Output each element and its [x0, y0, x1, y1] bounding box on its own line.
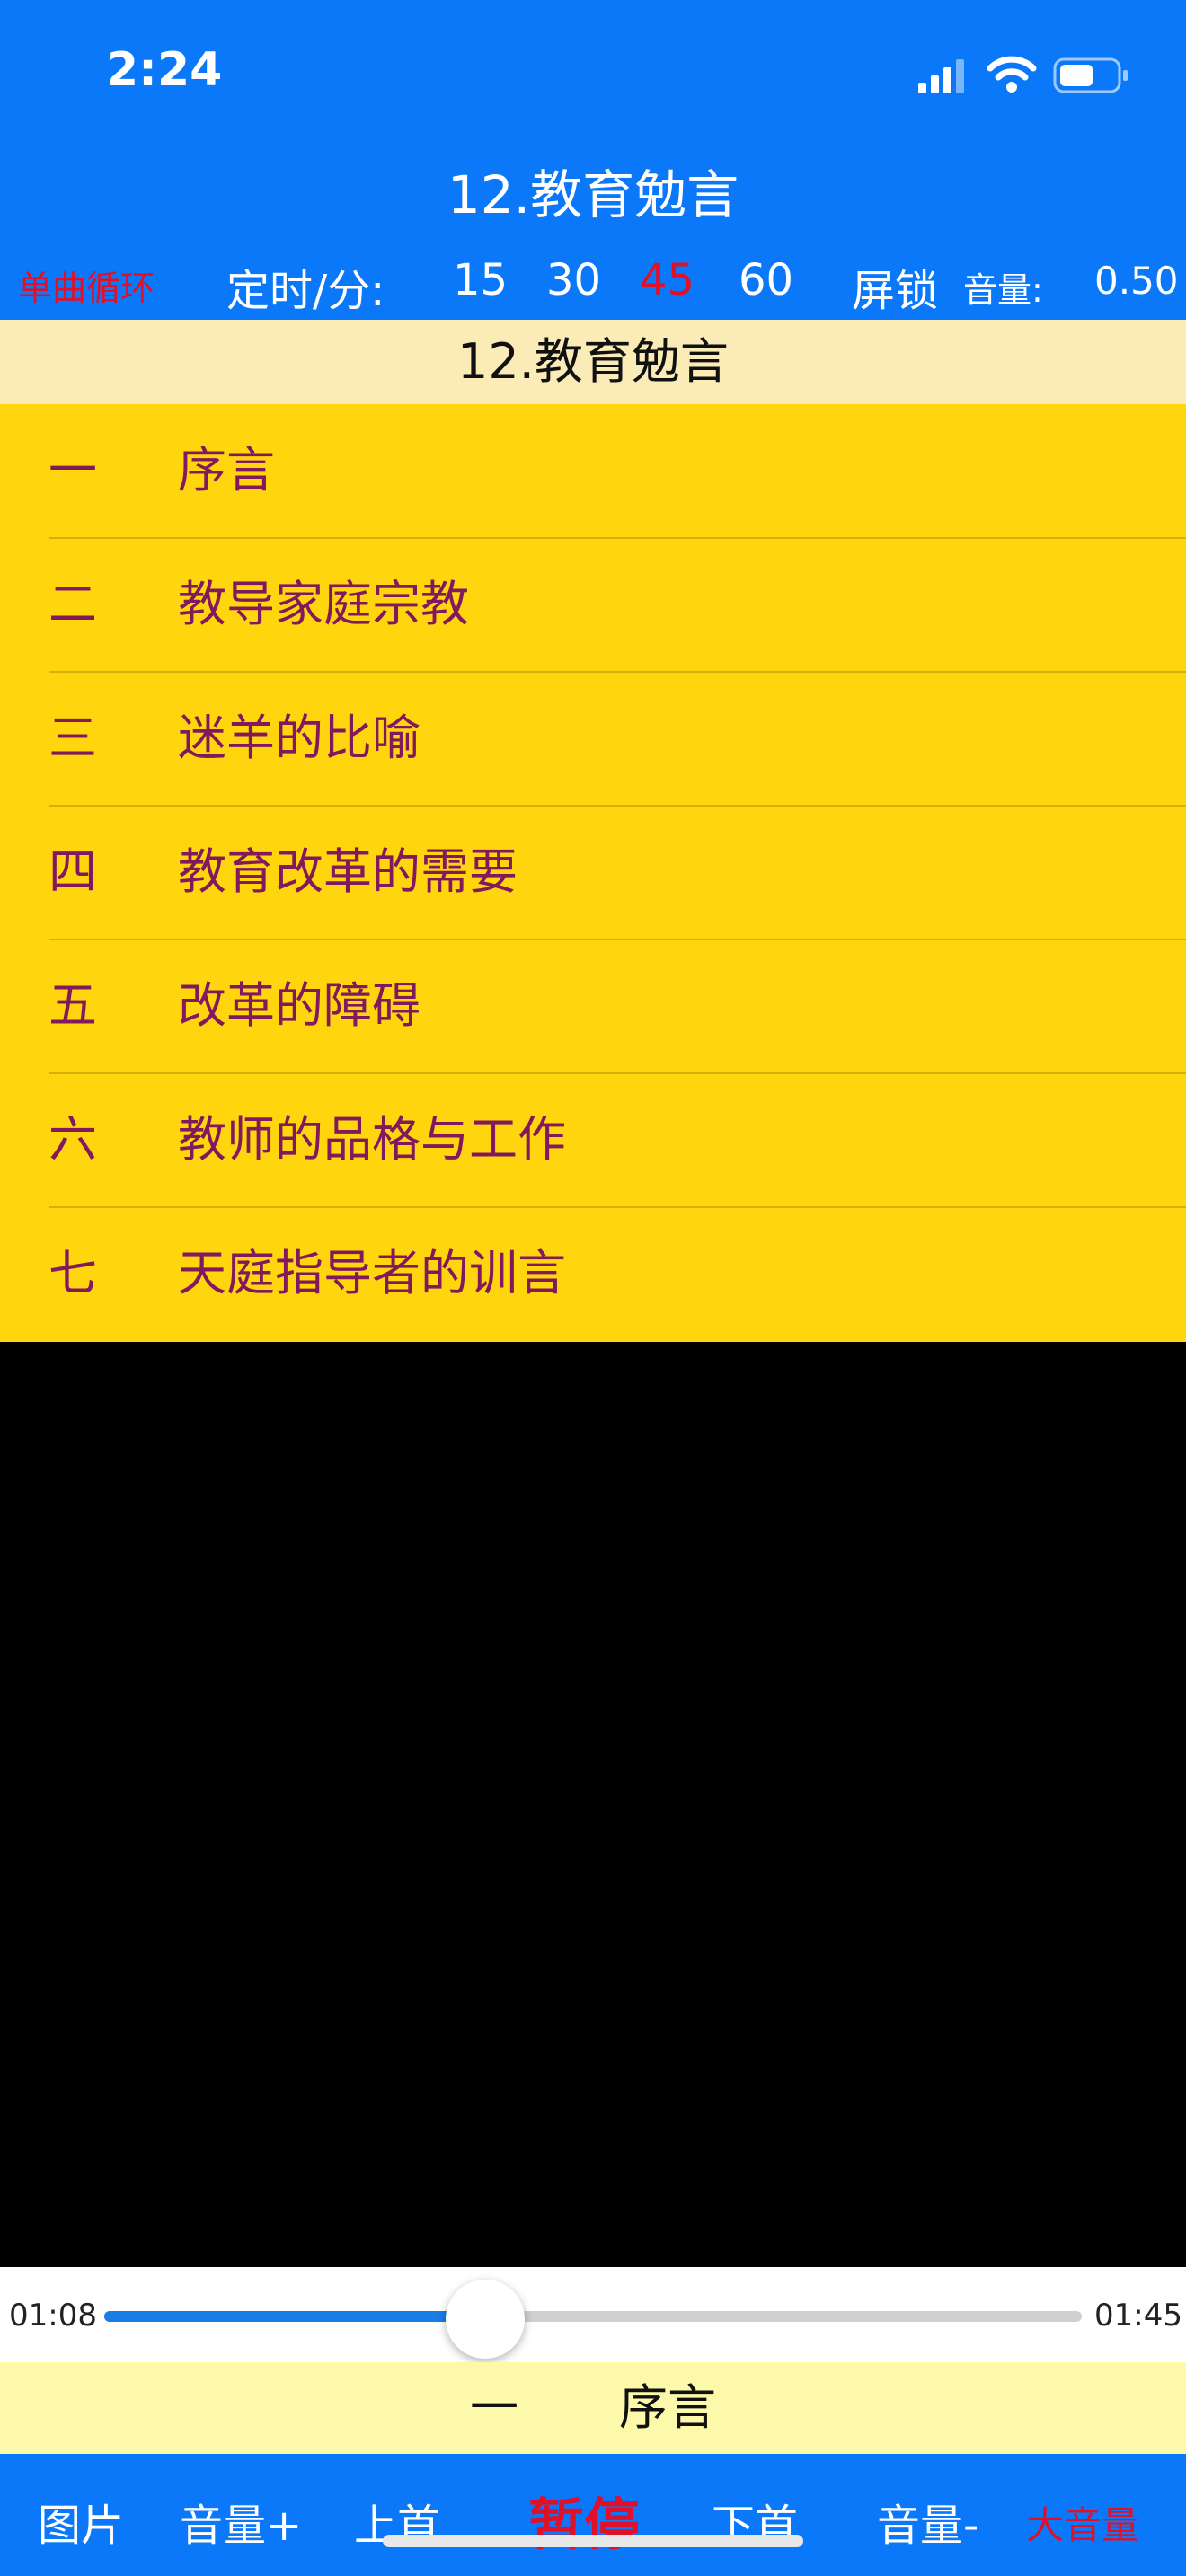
timer-option-15[interactable]: 15 — [453, 255, 508, 305]
current-time: 01:08 — [9, 2298, 97, 2333]
loop-mode-button[interactable]: 单曲循环 — [18, 260, 155, 310]
chapter-title: 教师的品格与工作 — [178, 1111, 566, 1168]
home-indicator — [383, 2535, 803, 2547]
chapter-row[interactable]: 三 迷羊的比喻 — [0, 672, 1186, 807]
chapter-row[interactable]: 四 教育改革的需要 — [0, 806, 1186, 940]
chapter-row[interactable]: 六 教师的品格与工作 — [0, 1073, 1186, 1208]
chapter-title: 天庭指导者的训言 — [178, 1245, 566, 1301]
chapter-number: 三 — [49, 710, 97, 766]
now-playing: 一 序言 — [0, 2362, 1186, 2454]
wifi-icon — [987, 56, 1037, 93]
chapter-row[interactable]: 一 序言 — [0, 404, 1186, 539]
chapter-row[interactable]: 五 改革的障碍 — [0, 940, 1186, 1074]
battery-icon — [1053, 57, 1128, 93]
chapter-title: 教导家庭宗教 — [178, 576, 469, 632]
player-progress-bar: 01:08 01:45 — [0, 2267, 1186, 2362]
header-bar: 2:24 12.教育勉言 单曲循环 定时/分: 15 30 45 60 屏锁 音… — [0, 0, 1186, 320]
chapter-number: 六 — [49, 1111, 97, 1168]
chapter-number: 七 — [49, 1245, 97, 1301]
loud-volume-button[interactable]: 大音量 — [1026, 2495, 1139, 2550]
timer-option-60[interactable]: 60 — [739, 255, 793, 305]
picture-button[interactable]: 图片 — [38, 2490, 124, 2553]
section-heading: 12.教育勉言 — [0, 320, 1186, 404]
chapter-title: 教育改革的需要 — [178, 843, 518, 900]
volume-down-button[interactable]: 音量- — [877, 2490, 978, 2553]
chapter-title: 迷羊的比喻 — [178, 710, 420, 766]
chapter-title: 改革的障碍 — [178, 977, 420, 1034]
progress-slider-thumb[interactable] — [446, 2280, 526, 2359]
screen-lock-button[interactable]: 屏锁 — [852, 255, 938, 318]
chapter-number: 四 — [49, 843, 97, 900]
signal-icon — [918, 59, 964, 93]
chapter-number: 五 — [49, 977, 97, 1034]
chapter-row[interactable]: 七 天庭指导者的训言 — [0, 1207, 1186, 1342]
now-playing-title: 序言 — [619, 2379, 716, 2436]
total-time: 01:45 — [1094, 2298, 1182, 2333]
timer-option-30[interactable]: 30 — [546, 255, 601, 305]
chapter-number: 二 — [49, 576, 97, 632]
now-playing-number: 一 — [470, 2379, 518, 2436]
volume-label: 音量: — [963, 270, 1043, 310]
page-title: 12.教育勉言 — [447, 164, 739, 225]
volume-up-button[interactable]: 音量+ — [180, 2490, 302, 2553]
bottom-control-bar: 图片 音量+ 上首 暂停 下首 音量- 大音量 — [0, 2454, 1186, 2576]
progress-fill — [104, 2311, 486, 2322]
timer-label: 定时/分: — [226, 266, 385, 316]
image-area — [0, 1342, 1186, 2267]
pause-button[interactable]: 暂停 — [528, 2479, 640, 2560]
chapter-list: 一 序言 二 教导家庭宗教 三 迷羊的比喻 四 教育改革的需要 五 改革的障碍 … — [0, 404, 1186, 1342]
status-time: 2:24 — [106, 43, 223, 97]
chapter-number: 一 — [49, 442, 97, 498]
chapter-title: 序言 — [178, 442, 275, 498]
volume-value: 0.50 — [1094, 259, 1179, 303]
chapter-row[interactable]: 二 教导家庭宗教 — [0, 538, 1186, 673]
timer-option-45-selected[interactable]: 45 — [640, 255, 695, 305]
